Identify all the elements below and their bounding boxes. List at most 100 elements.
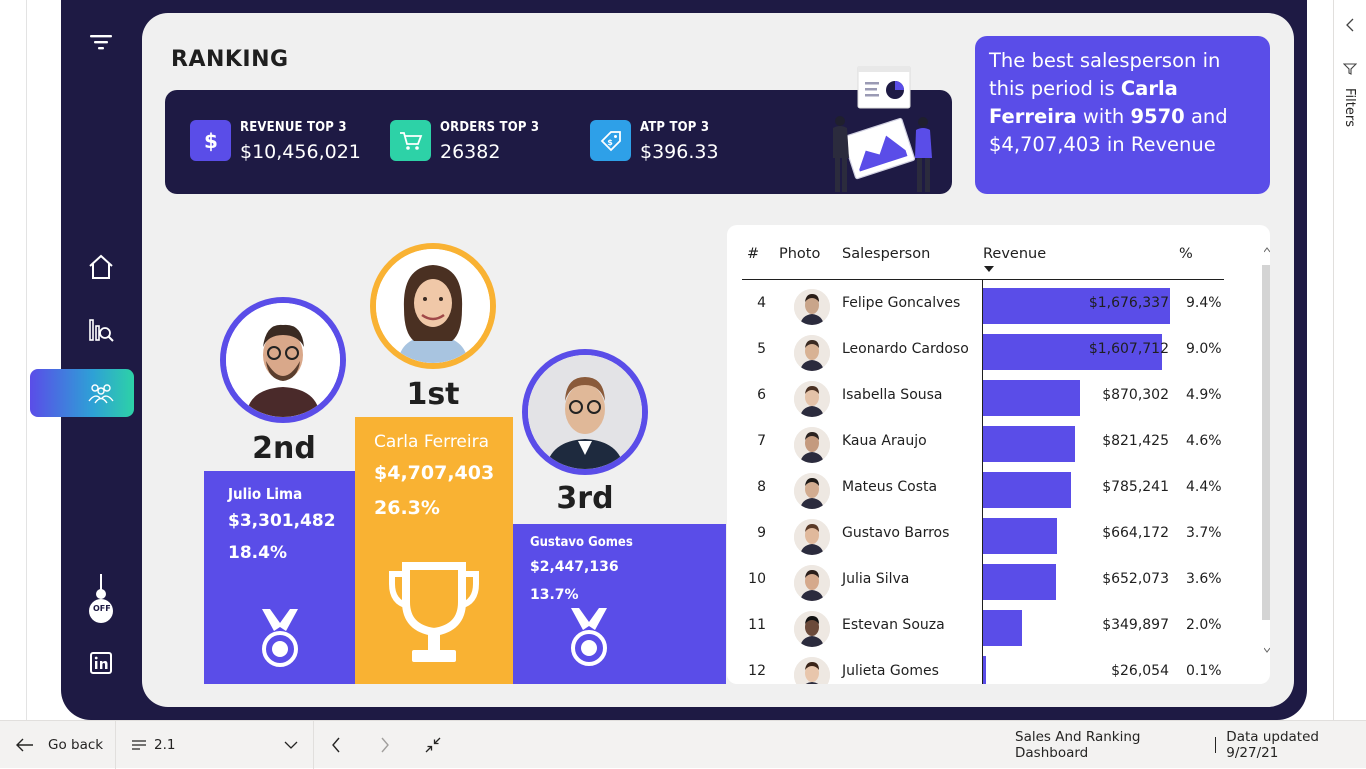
page-selector[interactable]: 2.1 [132,721,298,769]
linkedin-icon[interactable] [85,647,117,679]
cell-pct: 3.7% [1186,525,1222,541]
salesperson-photo [794,381,830,417]
fit-to-page-button[interactable] [425,721,441,769]
kpi-value: $396.33 [640,141,719,163]
table-row[interactable]: 11 Estevan Souza $349,897 2.0% [742,605,1224,651]
home-icon[interactable] [85,251,117,283]
table-row[interactable]: 9 Gustavo Barros $664,172 3.7% [742,513,1224,559]
cell-pct: 2.0% [1186,617,1222,633]
filter-icon[interactable] [85,26,117,58]
cell-salesperson: Julia Silva [842,571,910,587]
cell-rank: 10 [748,571,766,587]
revenue-bar [983,656,986,684]
podium-second-pct: 18.4% [228,543,287,563]
list-icon [132,740,146,750]
tag-icon: $ [590,120,631,161]
table-row[interactable]: 5 Leonardo Cardoso $1,607,712 9.0% [742,329,1224,375]
report-frame: OFF RANKING $ REVENUE TOP 3 $10,456,021 [30,0,1307,720]
kpi-atp: $ ATP TOP 3 $396.33 [590,120,719,163]
cell-rank: 11 [748,617,766,633]
salesperson-photo [794,427,830,463]
avatar-second [220,297,346,423]
podium-first-revenue: $4,707,403 [374,462,495,484]
scroll-up-icon[interactable] [1264,247,1270,253]
table-row[interactable]: 6 Isabella Sousa $870,302 4.9% [742,375,1224,421]
header-salesperson[interactable]: Salesperson [842,246,930,262]
salesperson-photo [794,519,830,555]
cell-revenue: $349,897 [1102,617,1169,633]
medal-icon [262,609,298,667]
table-row[interactable]: 10 Julia Silva $652,073 3.6% [742,559,1224,605]
arrow-left-icon [16,738,33,752]
table-row[interactable]: 4 Felipe Goncalves $1,676,337 9.4% [742,283,1224,329]
people-icon[interactable] [85,377,117,409]
nav-ranking-active[interactable] [30,369,134,417]
cell-salesperson: Estevan Souza [842,617,945,633]
ranking-table: # Photo Salesperson Revenue % 4 Felipe Go… [727,225,1270,684]
salesperson-photo [794,611,830,647]
podium-first-pct: 26.3% [374,497,440,519]
cell-salesperson: Gustavo Barros [842,525,950,541]
podium-third-revenue: $2,447,136 [530,559,619,575]
cell-revenue: $785,241 [1102,479,1169,495]
header-photo[interactable]: Photo [779,246,820,262]
cell-pct: 9.0% [1186,341,1222,357]
status-bar: Go back 2.1 Sales And Ranking Dashboard … [0,720,1366,769]
salesperson-photo [794,473,830,509]
filters-pane[interactable]: Filters [1333,0,1366,720]
collapse-pane-icon[interactable] [1345,18,1355,32]
off-toggle-icon[interactable]: OFF [85,574,117,626]
header-rank[interactable]: # [747,246,759,262]
previous-page-button[interactable] [331,721,341,769]
cell-pct: 9.4% [1186,295,1222,311]
page-title: RANKING [171,47,289,72]
cell-pct: 4.9% [1186,387,1222,403]
revenue-bar [983,610,1022,646]
cell-revenue: $1,607,712 [1088,341,1169,357]
table-row[interactable]: 8 Mateus Costa $785,241 4.4% [742,467,1224,513]
cell-salesperson: Mateus Costa [842,479,938,495]
kpi-revenue: $ REVENUE TOP 3 $10,456,021 [190,120,361,163]
report-canvas: RANKING $ REVENUE TOP 3 $10,456,021 ORDE… [142,13,1294,707]
presentation-illustration [833,66,932,192]
filters-label[interactable]: Filters [1342,88,1357,127]
report-name: Sales And Ranking Dashboard Data updated… [1015,721,1366,769]
medal-icon [571,608,607,666]
cell-rank: 6 [757,387,766,403]
podium-third: Gustavo Gomes $2,447,136 13.7% [513,524,726,684]
table-scrollbar[interactable] [1262,265,1270,620]
sort-descending-icon [984,266,994,272]
left-divider [26,0,27,720]
kpi-orders: ORDERS TOP 3 26382 [390,120,539,163]
trophy-icon [389,562,479,662]
cell-rank: 9 [757,525,766,541]
table-row[interactable]: 7 Kaua Araujo $821,425 4.6% [742,421,1224,467]
cell-revenue: $26,054 [1111,663,1169,679]
cell-salesperson: Isabella Sousa [842,387,943,403]
cell-pct: 4.4% [1186,479,1222,495]
kpi-label: ORDERS TOP 3 [440,120,540,135]
go-back-button[interactable]: Go back [16,721,103,769]
cell-salesperson: Julieta Gomes [842,663,939,679]
search-chart-icon[interactable] [85,314,117,346]
next-page-button[interactable] [380,721,390,769]
chevron-right-icon [381,737,389,753]
app-window: OFF RANKING $ REVENUE TOP 3 $10,456,021 [0,0,1366,769]
cell-revenue: $870,302 [1102,387,1169,403]
header-revenue[interactable]: Revenue [983,246,1046,262]
podium-second-name: Julio Lima [228,485,303,503]
salesperson-photo [794,335,830,371]
cell-revenue: $1,676,337 [1088,295,1169,311]
collapse-arrows-icon [425,737,441,753]
podium-first-name: Carla Ferreira [374,432,490,452]
table-row[interactable]: 12 Julieta Gomes $26,054 0.1% [742,651,1224,684]
podium-second-revenue: $3,301,482 [228,511,336,531]
header-pct[interactable]: % [1179,246,1193,262]
scroll-down-icon[interactable] [1264,647,1270,653]
cell-rank: 5 [757,341,766,357]
kpi-value: 26382 [440,141,501,163]
podium-third-name: Gustavo Gomes [530,535,633,550]
filter-funnel-icon [1343,63,1357,75]
salesperson-photo [794,657,830,684]
go-back-label: Go back [48,737,104,753]
